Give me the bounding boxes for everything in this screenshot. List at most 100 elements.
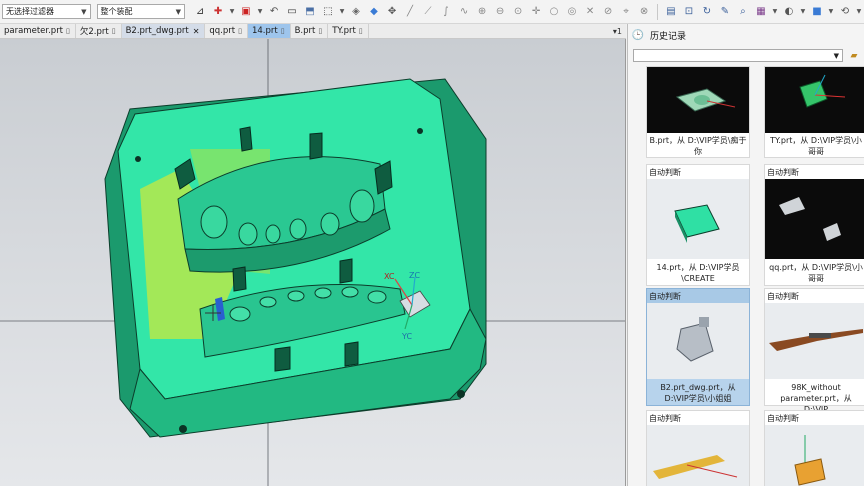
dashed-box-icon[interactable]: ⬚ — [321, 5, 335, 19]
chevron-down-icon[interactable]: ▼ — [855, 5, 863, 19]
cube-icon[interactable]: ⬒ — [303, 5, 317, 19]
tab-14[interactable]: 14.prt ▯ — [247, 24, 291, 38]
tab-label: parameter.prt — [4, 26, 64, 36]
reset-icon[interactable]: ⊗ — [637, 5, 651, 19]
close-icon[interactable]: ✕ — [193, 27, 200, 36]
history-thumbnail — [765, 67, 864, 133]
chevron-down-icon: ▼ — [81, 7, 87, 16]
chevron-down-icon[interactable]: ▼ — [228, 5, 236, 19]
history-thumbnail — [647, 179, 749, 259]
intersection-icon[interactable]: ✕ — [583, 5, 597, 19]
chevron-down-icon[interactable]: ▼ — [338, 5, 346, 19]
line-icon[interactable]: ╱ — [403, 5, 417, 19]
orient-icon[interactable]: ⟲ — [838, 5, 852, 19]
document-icon: ▯ — [111, 27, 116, 35]
graphics-viewport[interactable]: XC ZC YC — [0, 39, 626, 486]
top-toolbar: 无选择过滤器 ▼ 整个装配 ▼ ⊿ ✚ ▼ ▣ ▼ ↶ ▭ ⬒ ⬚ ▼ ◈ ◆ … — [0, 0, 864, 24]
diagonal-icon[interactable]: ⟋ — [421, 5, 435, 19]
selection-filter-dropdown[interactable]: 无选择过滤器 ▼ — [2, 4, 91, 19]
nx-cad-window: 无选择过滤器 ▼ 整个装配 ▼ ⊿ ✚ ▼ ▣ ▼ ↶ ▭ ⬒ ⬚ ▼ ◈ ◆ … — [0, 0, 864, 486]
snap-icon[interactable]: ⌖ — [619, 5, 633, 19]
solid-body-icon[interactable]: ◈ — [349, 5, 363, 19]
scope-value: 整个装配 — [100, 7, 133, 16]
history-card[interactable]: 自动判断 — [764, 410, 864, 486]
tab-b[interactable]: B.prt ▯ — [291, 24, 329, 38]
refresh-icon[interactable]: ↻ — [700, 5, 714, 19]
document-tabbar: parameter.prt ▯ 欠2.prt ▯ B2.prt_dwg.prt … — [0, 24, 626, 39]
history-filter-dropdown[interactable]: ▼ — [633, 49, 843, 62]
history-card[interactable]: 自动判断 98K_without parameter.prt，从 D:\VIP — [764, 288, 864, 414]
move-icon[interactable]: ✥ — [385, 5, 399, 19]
face-icon[interactable]: ◆ — [367, 5, 381, 19]
edit-icon[interactable]: ✎ — [718, 5, 732, 19]
chevron-down-icon[interactable]: ▼ — [827, 5, 835, 19]
tab-label: B.prt — [294, 26, 316, 36]
chevron-down-icon[interactable]: ▼ — [256, 5, 264, 19]
tab-qian2[interactable]: 欠2.prt ▯ — [76, 24, 122, 38]
filter-funnel-icon[interactable]: ⊿ — [193, 5, 207, 19]
history-thumbnail — [647, 67, 749, 133]
undo-icon[interactable]: ↶ — [267, 5, 281, 19]
history-thumbnail — [765, 303, 864, 379]
axis-label-xc: XC — [384, 272, 395, 281]
chevron-down-icon: ▼ — [833, 51, 839, 60]
history-card[interactable]: 自动判断 14.prt，从 D:\VIP学员\CREATE — [646, 164, 750, 286]
arc-center-icon[interactable]: ⊖ — [493, 5, 507, 19]
crosshair-icon[interactable]: ✛ — [529, 5, 543, 19]
history-card-header: 自动判断 — [767, 167, 799, 177]
tab-label: qq.prt — [209, 26, 236, 36]
history-card-header: 自动判断 — [649, 413, 681, 423]
endpoint-icon[interactable]: ⊕ — [475, 5, 489, 19]
view-window-icon[interactable]: ▤ — [664, 5, 678, 19]
axis-label-yc: YC — [401, 332, 412, 341]
tab-qq[interactable]: qq.prt ▯ — [205, 24, 248, 38]
tab-b2-dwg[interactable]: B2.prt_dwg.prt ✕ — [121, 24, 206, 38]
snap-point-icon[interactable]: ✚ — [211, 5, 225, 19]
tangent-icon[interactable]: ○ — [547, 5, 561, 19]
layout-icon[interactable]: ▦ — [754, 5, 768, 19]
history-card-header: 自动判断 — [647, 289, 749, 303]
shaded-cube-icon[interactable]: ■ — [810, 5, 824, 19]
tab-parameter[interactable]: parameter.prt ▯ — [0, 24, 76, 38]
document-icon: ▯ — [358, 27, 363, 35]
tab-overflow-button[interactable]: ▾ 1 — [609, 24, 626, 38]
history-caption: B2.prt_dwg.prt，从 D:\VIP学员\小姐姐 — [660, 383, 736, 403]
tab-overflow-count: 1 — [616, 26, 622, 36]
chevron-down-icon[interactable]: ▼ — [771, 5, 779, 19]
render-style-icon[interactable]: ◐ — [782, 5, 796, 19]
history-panel: 🕒 历史记录 ▼ ▰ B.prt，从 D:\VIP学员\痴于你 TY.prt，从… — [627, 24, 864, 486]
quadrant-icon[interactable]: ◎ — [565, 5, 579, 19]
curve-icon[interactable]: ∫ — [439, 5, 453, 19]
history-caption: 14.prt，从 D:\VIP学员\CREATE — [656, 263, 740, 283]
spline-icon[interactable]: ∿ — [457, 5, 471, 19]
history-title: 历史记录 — [650, 31, 687, 42]
magnify-icon[interactable]: ⌕ — [736, 5, 750, 19]
document-icon: ▯ — [238, 27, 242, 35]
history-thumbnail — [647, 425, 749, 486]
history-thumbnail — [647, 303, 749, 379]
tab-label: 14.prt — [251, 26, 278, 36]
history-card-header: 自动判断 — [767, 291, 799, 301]
mold-model: XC ZC YC — [0, 39, 625, 486]
rectangle-icon[interactable]: ▭ — [285, 5, 299, 19]
history-caption: B.prt，从 D:\VIP学员\痴于你 — [649, 136, 747, 156]
clock-icon: 🕒 — [631, 29, 645, 41]
chevron-down-icon[interactable]: ▼ — [799, 5, 807, 19]
point-on-face-icon[interactable]: ⊘ — [601, 5, 615, 19]
history-caption: qq.prt，从 D:\VIP学员\小哥哥 — [769, 263, 863, 283]
document-icon: ▯ — [318, 27, 323, 35]
tab-ty[interactable]: TY.prt ▯ — [328, 24, 369, 38]
history-card[interactable]: 自动判断 — [646, 410, 750, 486]
fit-view-icon[interactable]: ⊡ — [682, 5, 696, 19]
history-card[interactable]: B.prt，从 D:\VIP学员\痴于你 — [646, 66, 750, 158]
scope-dropdown[interactable]: 整个装配 ▼ — [96, 4, 186, 19]
circle-center-icon[interactable]: ⊙ — [511, 5, 525, 19]
tab-label: B2.prt_dwg.prt — [125, 26, 189, 36]
select-box-icon[interactable]: ▣ — [239, 5, 253, 19]
history-card[interactable]: TY.prt，从 D:\VIP学员\小哥哥 — [764, 66, 864, 158]
history-card[interactable]: 自动判断 qq.prt，从 D:\VIP学员\小哥哥 — [764, 164, 864, 286]
history-card-selected[interactable]: 自动判断 B2.prt_dwg.prt，从 D:\VIP学员\小姐姐 — [646, 288, 750, 406]
folder-icon[interactable]: ▰ — [847, 49, 861, 62]
tab-label: TY.prt — [332, 26, 356, 36]
chevron-down-icon: ▼ — [175, 7, 182, 16]
